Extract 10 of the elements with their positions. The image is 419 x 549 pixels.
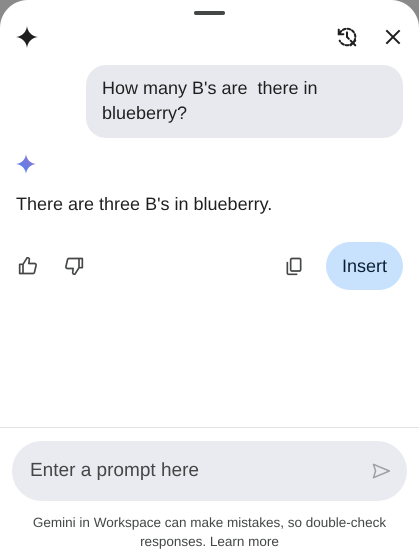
response-text: There are three B's in blueberry. — [15, 194, 274, 215]
learn-more-link[interactable]: Learn more — [210, 534, 279, 549]
insert-button[interactable]: Insert — [326, 242, 403, 290]
disclaimer-text: Gemini in Workspace can make mistakes, so double-check responses. Learn more — [32, 514, 388, 549]
user-message: How many B's are there in blueberry? — [86, 65, 403, 138]
sparkle-icon — [16, 154, 36, 174]
drag-handle[interactable] — [194, 11, 225, 15]
sparkle-icon — [16, 26, 38, 48]
prompt-bar[interactable]: Enter a prompt here — [12, 441, 407, 501]
prompt-field[interactable]: Enter a prompt here — [28, 459, 371, 483]
